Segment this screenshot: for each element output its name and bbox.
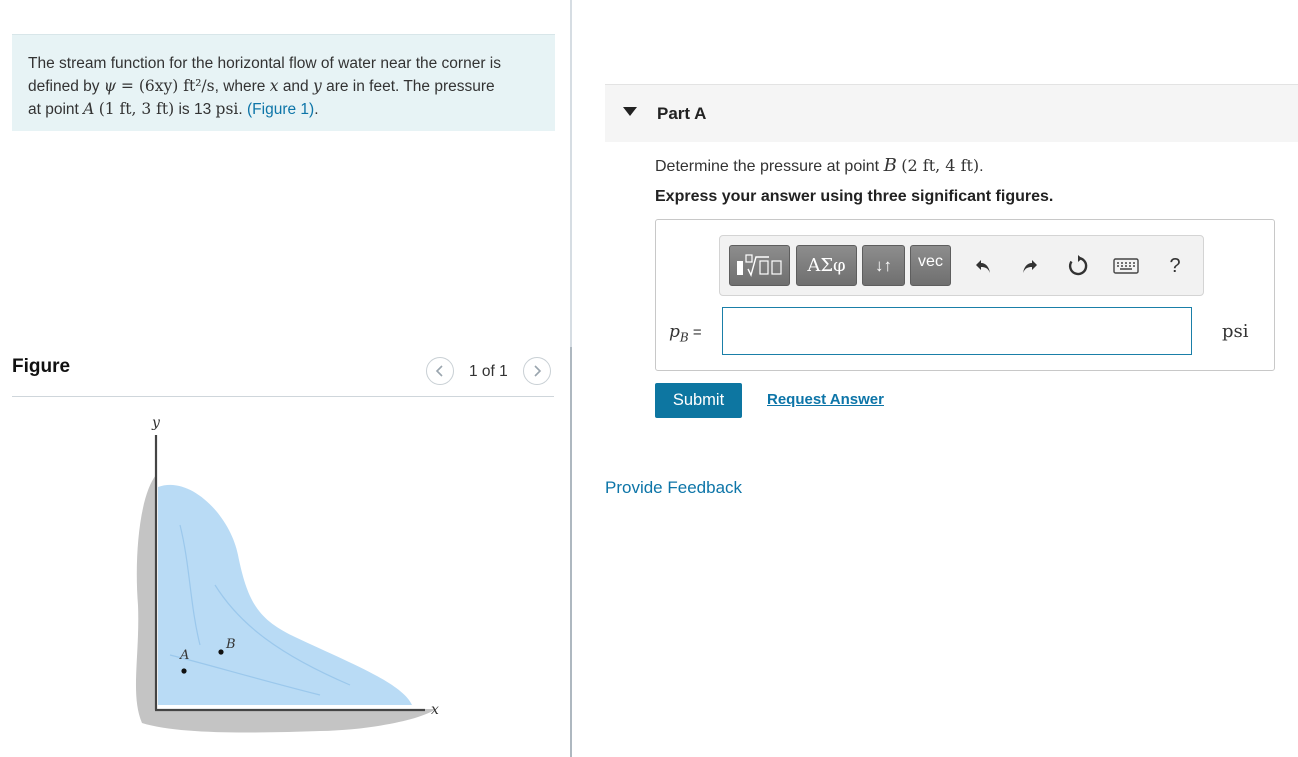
previous-figure-button[interactable]: [426, 357, 454, 385]
answer-input[interactable]: [722, 307, 1192, 355]
problem-text: are in feet. The pressure: [326, 78, 495, 95]
help-icon[interactable]: ?: [1161, 252, 1189, 280]
figure-pager-text: 1 of 1: [469, 363, 508, 380]
question-prefix: Determine the pressure at point: [655, 158, 880, 175]
request-answer-link[interactable]: Request Answer: [767, 391, 884, 408]
chevron-right-icon: [534, 365, 542, 377]
problem-line-2: defined by ψ = (6xy) ft²/s, where x and …: [28, 75, 539, 98]
problem-text: The stream function for the horizontal f…: [28, 55, 501, 72]
x-axis-label: x: [431, 702, 439, 718]
point-a: A: [83, 100, 95, 118]
undo-icon[interactable]: [969, 252, 997, 280]
figure-image: y x A B: [135, 415, 439, 733]
water-region: [158, 484, 412, 705]
problem-text: , where: [214, 78, 266, 95]
chevron-left-icon: [435, 365, 443, 377]
keyboard-icon[interactable]: [1112, 252, 1140, 280]
question-end: .: [979, 158, 984, 175]
caret-down-icon[interactable]: [623, 107, 637, 116]
figure-link[interactable]: (Figure 1): [247, 101, 314, 118]
point-b-label: B: [225, 637, 236, 652]
figure-header: Figure 1 of 1: [12, 354, 554, 397]
problem-text: defined by: [28, 78, 100, 95]
point-a-label: A: [179, 648, 189, 663]
greek-symbols-button[interactable]: ΑΣφ: [796, 245, 857, 286]
answer-var-subscript: B: [679, 330, 689, 345]
provide-feedback-link[interactable]: Provide Feedback: [605, 478, 742, 498]
answer-equals: =: [688, 324, 702, 341]
answer-label: pB =: [669, 322, 702, 344]
equals-sign: =: [116, 77, 139, 95]
math-toolbar: ΑΣφ ↓↑ vec ?: [719, 235, 1204, 296]
part-title: Part A: [657, 104, 707, 123]
instruction-text: Express your answer using three signific…: [655, 188, 1054, 205]
left-pane: The stream function for the horizontal f…: [0, 0, 571, 757]
problem-text: and: [282, 78, 309, 95]
point-b: B: [883, 155, 897, 176]
y-axis-label: y: [151, 415, 161, 431]
figure-title: Figure: [12, 356, 71, 377]
pane-divider-handle[interactable]: [570, 347, 572, 757]
question-text: Determine the pressure at point B (2 ft,…: [655, 155, 984, 176]
problem-text: at point: [28, 101, 79, 118]
problem-statement: The stream function for the horizontal f…: [12, 34, 555, 131]
answer-box: ΑΣφ ↓↑ vec ? pB = psi: [655, 219, 1275, 371]
redo-icon[interactable]: [1016, 252, 1044, 280]
point-b-coords: (2 ft, 4 ft): [901, 156, 980, 175]
reset-icon[interactable]: [1064, 252, 1092, 280]
templates-button[interactable]: [729, 245, 790, 286]
submit-button[interactable]: Submit: [655, 383, 742, 418]
problem-text: is 13: [178, 101, 212, 118]
problem-line-1: The stream function for the horizontal f…: [28, 53, 539, 75]
var-x: x: [269, 77, 279, 95]
problem-text: .: [314, 101, 319, 118]
problem-line-3: at point A (1 ft, 3 ft) is 13 psi. (Figu…: [28, 100, 319, 118]
point-a-coords: (1 ft, 3 ft): [98, 100, 175, 118]
templates-icon: [736, 253, 782, 277]
stream-function-expression: (6xy) ft²/s: [138, 77, 215, 95]
unit-label: psi: [1222, 321, 1249, 342]
part-a-header[interactable]: Part A: [605, 84, 1298, 142]
arrows-button[interactable]: ↓↑: [862, 245, 905, 286]
var-y: y: [313, 77, 322, 95]
point-b-marker: [218, 649, 224, 655]
unit-psi: psi: [215, 100, 239, 118]
vector-button[interactable]: vec: [910, 245, 951, 286]
point-a-marker: [181, 668, 187, 674]
psi-symbol: ψ: [103, 77, 116, 95]
answer-var: p: [669, 322, 680, 342]
next-figure-button[interactable]: [523, 357, 551, 385]
